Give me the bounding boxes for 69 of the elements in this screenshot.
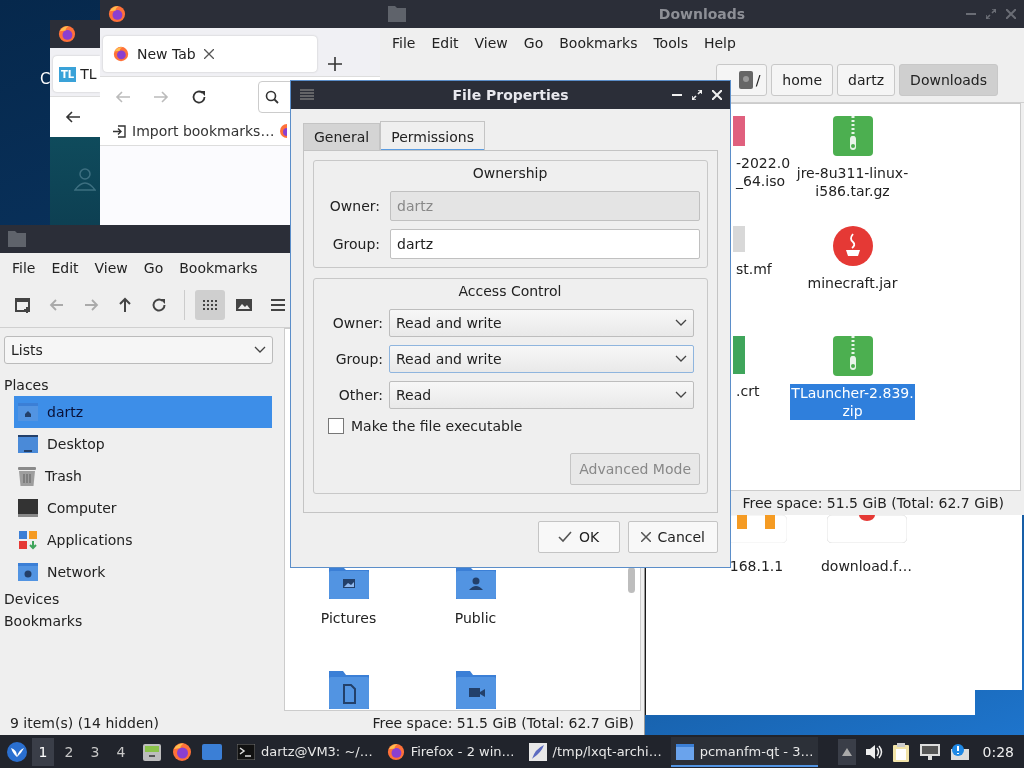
workspace-button[interactable]: 4 xyxy=(110,737,132,766)
task-button[interactable]: Firefox - 2 win… xyxy=(381,736,520,767)
browser-tab[interactable]: TL TL xyxy=(53,56,100,92)
place-item[interactable]: Trash xyxy=(14,460,272,492)
path-button[interactable]: Downloads xyxy=(899,64,998,96)
dialog-title: File Properties xyxy=(452,87,569,103)
menu-item[interactable]: Go xyxy=(135,256,172,280)
file-name[interactable]: .crt xyxy=(735,382,761,400)
group-title: Ownership xyxy=(471,165,549,183)
group-title: Access Control xyxy=(457,283,563,301)
task-button[interactable]: /tmp/lxqt-archi… xyxy=(523,736,667,767)
place-item[interactable]: Desktop xyxy=(14,428,272,460)
menu-item[interactable]: Tools xyxy=(645,31,696,55)
task-button[interactable]: dartz@VM3: ~/… xyxy=(232,736,378,767)
menu-item[interactable]: File xyxy=(4,256,44,280)
folder-name: Public xyxy=(453,609,498,627)
section-header[interactable]: Places xyxy=(4,374,282,396)
ok-button[interactable]: OK xyxy=(537,521,620,553)
workspace-button[interactable]: 1 xyxy=(32,737,54,766)
file-name[interactable]: minecraft.jar xyxy=(806,274,899,292)
place-item[interactable]: Computer xyxy=(14,492,272,524)
file-name[interactable]: jre-8u311-linux- i586.tar.gz xyxy=(795,164,910,200)
place-item[interactable]: Network xyxy=(14,556,272,588)
side-pane-dropdown[interactable]: Lists xyxy=(4,336,273,364)
menu-item[interactable]: Bookmarks xyxy=(551,31,646,55)
browser-tab[interactable]: New Tab xyxy=(103,36,317,72)
section-header[interactable]: Bookmarks xyxy=(4,610,282,632)
tab[interactable]: General xyxy=(303,123,381,151)
item-count-status: 9 item(s) (14 hidden) xyxy=(10,715,159,731)
tab[interactable]: Permissions xyxy=(380,121,485,151)
field-label: Group: xyxy=(334,351,383,367)
field-label: Owner: xyxy=(328,198,380,214)
menu-item[interactable]: Go xyxy=(515,31,552,55)
file-name: 168.1.1 xyxy=(728,557,785,575)
place-item[interactable]: dartz xyxy=(14,396,272,428)
free-space-status: Free space: 51.5 GiB (Total: 62.7 GiB) xyxy=(742,495,1004,511)
file-name[interactable]: -2022.0 _64.iso xyxy=(735,154,792,190)
file-name: download.f… xyxy=(819,557,914,575)
permission-dropdown[interactable]: Read xyxy=(389,381,694,409)
file-name[interactable]: st.mf xyxy=(735,260,773,278)
field-label: Group: xyxy=(331,236,380,252)
text-field[interactable]: dartz xyxy=(390,229,700,259)
field-label: Owner: xyxy=(331,315,383,331)
import-bookmarks-link[interactable]: Import bookmarks… xyxy=(132,123,275,139)
path-button[interactable]: home xyxy=(771,64,834,96)
menu-item[interactable]: Help xyxy=(695,31,744,55)
menu-item[interactable]: View xyxy=(86,256,136,280)
permission-dropdown[interactable]: Read and write xyxy=(389,345,694,373)
path-button[interactable]: dartz xyxy=(837,64,896,96)
workspace-button[interactable]: 2 xyxy=(58,737,80,766)
cancel-button[interactable]: Cancel xyxy=(627,521,718,553)
menu-item[interactable]: Edit xyxy=(43,256,87,280)
field-label: Other: xyxy=(337,387,383,403)
free-space-status: Free space: 51.5 GiB (Total: 62.7 GiB) xyxy=(372,715,634,731)
menu-item[interactable]: Edit xyxy=(423,31,467,55)
executable-checkbox[interactable]: Make the file executable xyxy=(320,417,700,435)
menu-item[interactable]: File xyxy=(384,31,424,55)
file-name[interactable]: TLauncher-2.839. zip xyxy=(790,384,915,420)
menu-item[interactable]: View xyxy=(466,31,516,55)
window-title: Downloads xyxy=(658,6,746,22)
folder-name: Pictures xyxy=(319,609,378,627)
section-header[interactable]: Devices xyxy=(4,588,282,610)
workspace-button[interactable]: 3 xyxy=(84,737,106,766)
permission-dropdown[interactable]: Read and write xyxy=(389,309,694,337)
task-button[interactable]: pcmanfm-qt - 3… xyxy=(670,736,819,767)
place-item[interactable]: Applications xyxy=(14,524,272,556)
desktop-icon-label: C xyxy=(40,70,51,88)
menu-item[interactable]: Bookmarks xyxy=(171,256,266,280)
clock: 0:28 xyxy=(982,743,1014,760)
